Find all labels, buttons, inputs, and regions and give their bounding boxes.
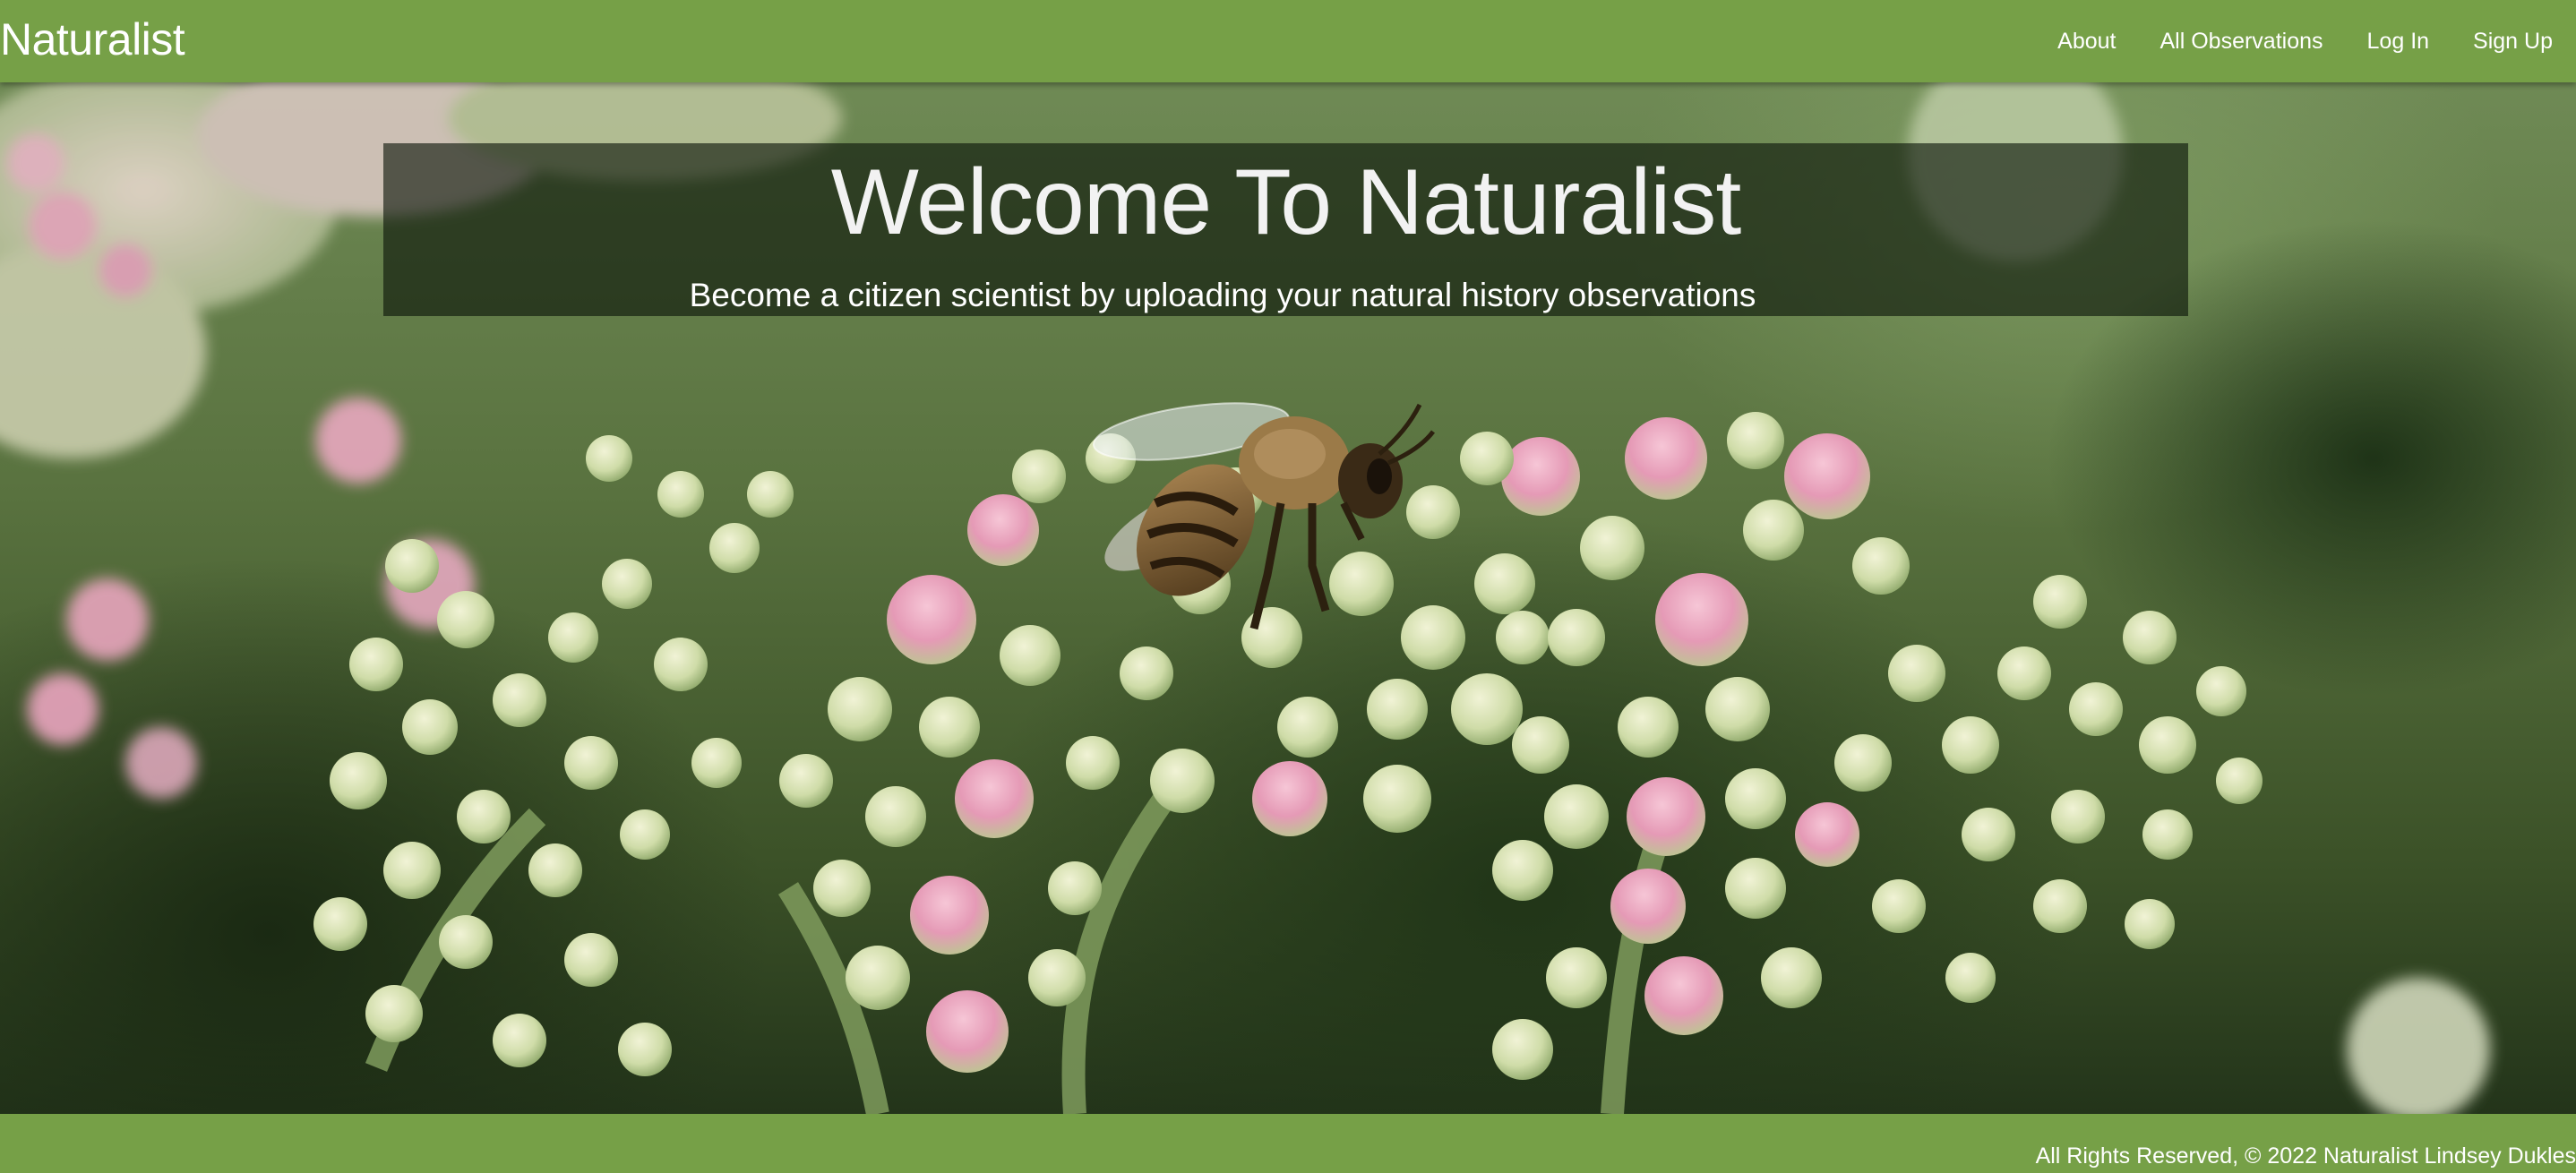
nav-link-sign-up[interactable]: Sign Up <box>2473 29 2553 55</box>
page: Naturalist About All Observations Log In… <box>0 0 2576 1173</box>
nav-link-log-in[interactable]: Log In <box>2367 29 2430 55</box>
top-navbar: Naturalist About All Observations Log In… <box>0 0 2576 82</box>
welcome-banner: Welcome To Naturalist Become a citizen s… <box>383 143 2188 316</box>
nav-link-about[interactable]: About <box>2057 29 2116 55</box>
welcome-title: Welcome To Naturalist <box>830 150 1742 254</box>
brand-logo-link[interactable]: Naturalist <box>0 11 185 68</box>
nav-link-all-observations[interactable]: All Observations <box>2160 29 2323 55</box>
nav-links: About All Observations Log In Sign Up <box>2014 0 2553 82</box>
footer-copyright-text: All Rights Reserved, © 2022 Naturalist L… <box>2035 1143 2576 1169</box>
page-footer: All Rights Reserved, © 2022 Naturalist L… <box>0 1114 2576 1173</box>
welcome-subtitle: Become a citizen scientist by uploading … <box>689 277 1756 313</box>
